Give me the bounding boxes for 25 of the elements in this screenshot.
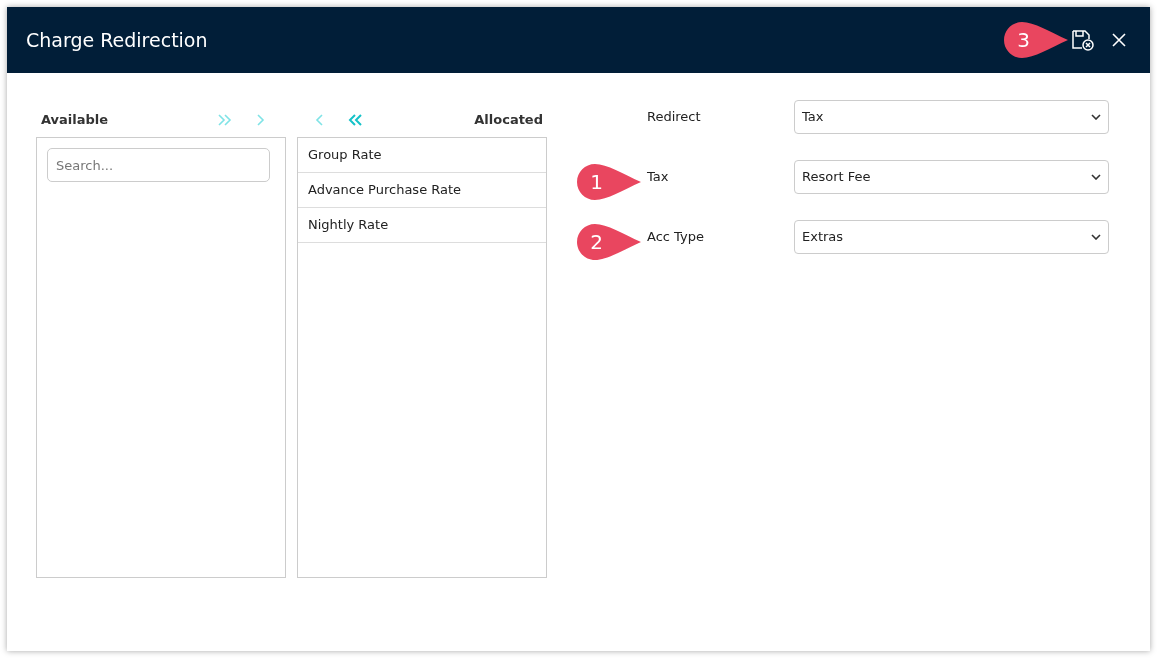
step-callout: 2 [577, 224, 641, 260]
field-label: Tax [647, 168, 670, 187]
dropdown[interactable]: Tax [794, 100, 1109, 134]
chevron-down-icon [1091, 234, 1101, 240]
transfer-button[interactable] [217, 112, 233, 128]
panel-heading: Available [40, 111, 110, 130]
save-icon [1071, 29, 1095, 51]
dropdown[interactable]: Extras [794, 220, 1109, 254]
field-label: Acc Type [647, 228, 705, 247]
chevron-down-icon [1091, 114, 1101, 120]
double-chevron-right-icon [217, 112, 233, 128]
field-label: Redirect [647, 108, 702, 127]
window-title: Charge Redirection [26, 27, 208, 53]
double-chevron-left-icon [347, 112, 363, 128]
panel-heading: Allocated [474, 111, 544, 130]
step-callout: 1 [577, 164, 641, 200]
search-field[interactable]: Search... [47, 148, 270, 182]
dropdown[interactable]: Resort Fee [794, 160, 1109, 194]
transfer-button[interactable] [347, 112, 363, 128]
list-item[interactable]: Advance Purchase Rate [298, 173, 546, 208]
list-item[interactable]: Group Rate [298, 138, 546, 173]
step-callout: 3 [1004, 22, 1068, 58]
chevron-down-icon [1091, 174, 1101, 180]
list-item[interactable]: Nightly Rate [298, 208, 546, 243]
close-icon [1111, 32, 1127, 48]
